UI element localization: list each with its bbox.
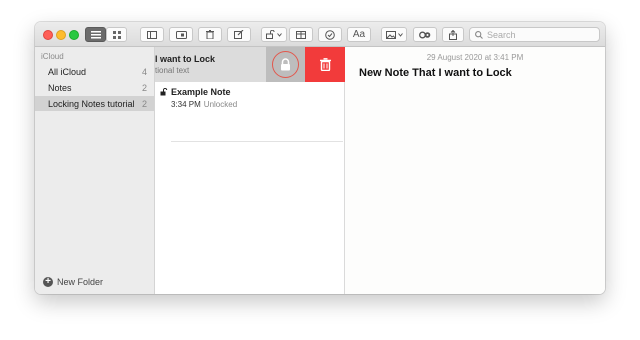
lock-icon xyxy=(281,58,290,71)
sidebar-item-locking-notes-tutorial[interactable]: Locking Notes tutorial 2 xyxy=(35,96,154,111)
note-editor[interactable]: 29 August 2020 at 3:41 PM New Note That … xyxy=(345,47,605,294)
note-status: Unlocked xyxy=(203,100,238,109)
photo-icon xyxy=(385,30,396,39)
unlocked-icon xyxy=(160,88,168,96)
table-icon xyxy=(296,30,306,39)
zoom-window-button[interactable] xyxy=(69,30,79,40)
sidebar-item-count: 4 xyxy=(141,66,147,77)
delete-note-button[interactable] xyxy=(198,27,222,42)
list-view-button[interactable] xyxy=(85,27,106,42)
checklist-icon xyxy=(325,29,335,40)
note-time: 3:34 PM xyxy=(171,100,201,109)
sidebar-item-label: All iCloud xyxy=(48,66,87,77)
sidebar: iCloud All iCloud 4 Notes 2 Locking Note… xyxy=(35,47,155,294)
chevron-down-icon xyxy=(277,32,282,37)
search-input[interactable] xyxy=(487,29,587,40)
lock-open-icon xyxy=(266,30,275,39)
chevron-down-icon xyxy=(397,32,403,37)
note-row[interactable]: Example Note 3:34 PM Unlocked xyxy=(155,82,345,142)
trash-icon xyxy=(206,30,214,39)
note-heading[interactable]: New Note That I want to Lock xyxy=(359,67,512,79)
note-title: l want to Lock xyxy=(155,54,216,64)
trash-icon xyxy=(319,58,331,71)
compose-note-button[interactable] xyxy=(227,27,251,42)
attachments-icon xyxy=(175,30,187,39)
delete-note-swipe-button[interactable] xyxy=(305,47,345,82)
lock-note-swipe-button[interactable] xyxy=(266,47,305,82)
sidebar-item-count: 2 xyxy=(141,98,147,109)
format-button[interactable]: Aa xyxy=(347,27,371,42)
note-date: 29 August 2020 at 3:41 PM xyxy=(426,53,524,62)
add-people-button[interactable] xyxy=(413,27,437,42)
insert-table-button[interactable] xyxy=(289,27,313,42)
row-divider xyxy=(171,141,343,142)
gallery-view-icon xyxy=(112,30,121,39)
note-preview: tional text xyxy=(155,66,190,75)
add-media-button[interactable] xyxy=(381,27,407,42)
sidebar-item-label: Notes xyxy=(48,82,72,93)
toggle-sidebar-button[interactable] xyxy=(140,27,164,42)
list-view-icon xyxy=(90,30,101,38)
toolbar: Aa xyxy=(35,22,605,47)
lock-highlight-ring xyxy=(272,51,299,78)
sidebar-section-icloud: iCloud xyxy=(41,52,64,61)
note-meta: 3:34 PM Unlocked xyxy=(171,100,237,109)
new-folder-label: New Folder xyxy=(57,277,104,287)
notes-list: l want to Lock tional text Example Note … xyxy=(155,47,345,294)
sidebar-item-notes[interactable]: Notes 2 xyxy=(35,80,154,95)
gallery-view-button[interactable] xyxy=(106,27,127,42)
sidebar-item-label: Locking Notes tutorial xyxy=(48,98,135,109)
share-button[interactable] xyxy=(442,27,464,42)
sidebar-icon xyxy=(147,30,157,39)
search-icon xyxy=(475,30,483,39)
lock-note-menu-button[interactable] xyxy=(261,27,287,42)
note-title: Example Note xyxy=(171,87,231,97)
search-field[interactable] xyxy=(469,27,600,42)
notes-window: Aa iCloud All iCloud 4 Notes 2 Locking N… xyxy=(35,22,605,294)
minimize-window-button[interactable] xyxy=(56,30,66,40)
new-folder-button[interactable]: + New Folder xyxy=(43,277,103,287)
note-row-swiped[interactable]: l want to Lock tional text xyxy=(155,47,345,82)
sidebar-item-all-icloud[interactable]: All iCloud 4 xyxy=(35,64,154,79)
add-people-icon xyxy=(419,31,431,39)
sidebar-item-count: 2 xyxy=(141,82,147,93)
close-window-button[interactable] xyxy=(43,30,53,40)
plus-circle-icon: + xyxy=(43,277,53,287)
format-label: Aa xyxy=(352,29,366,40)
compose-icon xyxy=(234,30,244,39)
attachments-browser-button[interactable] xyxy=(169,27,193,42)
checklist-button[interactable] xyxy=(318,27,342,42)
share-icon xyxy=(449,29,457,40)
